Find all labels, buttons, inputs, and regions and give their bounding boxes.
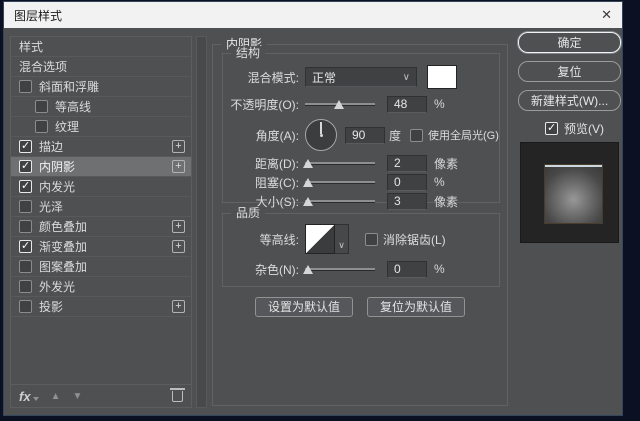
choke-slider[interactable] xyxy=(305,175,375,189)
sidebar-item-color-overlay[interactable]: 颜色叠加+ xyxy=(11,217,191,237)
noise-unit: % xyxy=(434,262,445,276)
title-bar[interactable]: 图层样式 ✕ xyxy=(4,2,622,28)
use-global-light[interactable]: 使用全局光(G) xyxy=(410,127,499,143)
blend-mode-select[interactable]: 正常 ∨ xyxy=(305,67,417,87)
style-list-scrollbar[interactable] xyxy=(196,36,207,408)
chevron-down-icon: ∨ xyxy=(403,72,410,83)
satin-checkbox[interactable] xyxy=(19,200,32,213)
choke-input[interactable] xyxy=(387,174,427,191)
use-global-light-label: 使用全局光(G) xyxy=(428,127,499,143)
sidebar-item-blending-options[interactable]: 混合选项 xyxy=(11,57,191,77)
new-style-button[interactable]: 新建样式(W)... xyxy=(518,90,621,111)
preview-checkbox[interactable] xyxy=(545,122,558,135)
sidebar-item-inner-glow[interactable]: 内发光 xyxy=(11,177,191,197)
fx-caret-icon xyxy=(33,397,39,401)
distance-input[interactable] xyxy=(387,155,427,172)
distance-label: 距离(D): xyxy=(225,155,299,172)
contour-dropdown-icon[interactable]: ∨ xyxy=(335,224,349,254)
pattern-overlay-checkbox[interactable] xyxy=(19,260,32,273)
add-color-overlay-icon[interactable]: + xyxy=(172,220,185,233)
shadow-color-swatch[interactable] xyxy=(427,65,457,89)
sidebar-item-styles[interactable]: 样式 xyxy=(11,37,191,57)
blend-mode-label: 混合模式: xyxy=(225,69,299,86)
fx-menu-icon[interactable]: fx xyxy=(19,389,31,404)
move-up-icon[interactable]: ▲ xyxy=(51,391,61,402)
stroke-checkbox[interactable] xyxy=(19,140,32,153)
anti-alias[interactable]: 消除锯齿(L) xyxy=(365,231,446,248)
drop-shadow-checkbox[interactable] xyxy=(19,300,32,313)
angle-input[interactable] xyxy=(345,127,385,144)
size-unit: 像素 xyxy=(434,193,458,210)
noise-label: 杂色(N): xyxy=(225,261,299,278)
size-slider[interactable] xyxy=(305,194,375,208)
size-input[interactable] xyxy=(387,193,427,210)
add-drop-shadow-icon[interactable]: + xyxy=(172,300,185,313)
sidebar-item-drop-shadow[interactable]: 投影+ xyxy=(11,297,191,317)
preview-label: 预览(V) xyxy=(564,120,604,137)
structure-group: 结构 混合模式: 正常 ∨ 不透明度(O): % 角度(A): 度 xyxy=(222,53,500,203)
angle-unit: 度 xyxy=(389,127,401,144)
texture-checkbox[interactable] xyxy=(35,120,48,133)
reset-default-button[interactable]: 复位为默认值 xyxy=(367,297,465,317)
gradient-overlay-checkbox[interactable] xyxy=(19,240,32,253)
bevel-emboss-checkbox[interactable] xyxy=(19,80,32,93)
make-default-button[interactable]: 设置为默认值 xyxy=(255,297,353,317)
inner-shadow-checkbox[interactable] xyxy=(19,160,32,173)
sidebar-item-gradient-overlay[interactable]: 渐变叠加+ xyxy=(11,237,191,257)
sidebar-item-inner-shadow[interactable]: 内阴影+ xyxy=(11,157,191,177)
noise-slider[interactable] xyxy=(305,262,375,276)
add-inner-shadow-icon[interactable]: + xyxy=(172,160,185,173)
add-gradient-overlay-icon[interactable]: + xyxy=(172,240,185,253)
use-global-light-checkbox[interactable] xyxy=(410,129,423,142)
anti-alias-checkbox[interactable] xyxy=(365,233,378,246)
layer-style-dialog: 图层样式 ✕ 样式 混合选项 斜面和浮雕 等高线 纹理 描边+ 内阴影+ 内发光… xyxy=(4,2,622,415)
distance-unit: 像素 xyxy=(434,155,458,172)
sidebar-item-pattern-overlay[interactable]: 图案叠加 xyxy=(11,257,191,277)
quality-group: 品质 等高线: ∨ 消除锯齿(L) 杂色(N): % xyxy=(222,213,500,287)
sidebar-item-outer-glow[interactable]: 外发光 xyxy=(11,277,191,297)
preview-thumbnail xyxy=(520,142,619,243)
style-list-footer: fx ▲ ▼ xyxy=(11,384,191,407)
noise-input[interactable] xyxy=(387,261,427,278)
contour-checkbox[interactable] xyxy=(35,100,48,113)
contour-picker[interactable] xyxy=(305,224,335,254)
move-down-icon[interactable]: ▼ xyxy=(72,391,82,402)
inner-glow-checkbox[interactable] xyxy=(19,180,32,193)
distance-slider[interactable] xyxy=(305,156,375,170)
delete-effect-icon[interactable] xyxy=(172,391,183,402)
style-list: 样式 混合选项 斜面和浮雕 等高线 纹理 描边+ 内阴影+ 内发光 光泽 颜色叠… xyxy=(10,36,192,408)
ok-button[interactable]: 确定 xyxy=(518,32,621,53)
outer-glow-checkbox[interactable] xyxy=(19,280,32,293)
anti-alias-label: 消除锯齿(L) xyxy=(383,231,446,248)
reset-button[interactable]: 复位 xyxy=(518,61,621,82)
structure-legend: 结构 xyxy=(231,46,265,60)
angle-dial[interactable] xyxy=(305,119,337,151)
choke-label: 阻塞(C): xyxy=(225,174,299,191)
close-icon[interactable]: ✕ xyxy=(586,7,612,23)
add-stroke-icon[interactable]: + xyxy=(172,140,185,153)
blend-mode-value: 正常 xyxy=(312,69,336,86)
sidebar-item-texture[interactable]: 纹理 xyxy=(11,117,191,137)
contour-label: 等高线: xyxy=(225,231,299,248)
preview-effect-swatch xyxy=(545,165,602,223)
sidebar-item-contour[interactable]: 等高线 xyxy=(11,97,191,117)
inner-shadow-panel: 内阴影 结构 混合模式: 正常 ∨ 不透明度(O): % 角度(A): xyxy=(212,44,508,406)
opacity-input[interactable] xyxy=(387,96,427,113)
opacity-slider[interactable] xyxy=(305,97,375,111)
opacity-label: 不透明度(O): xyxy=(225,96,299,113)
color-overlay-checkbox[interactable] xyxy=(19,220,32,233)
sidebar-item-stroke[interactable]: 描边+ xyxy=(11,137,191,157)
choke-unit: % xyxy=(434,175,445,189)
sidebar-item-bevel-emboss[interactable]: 斜面和浮雕 xyxy=(11,77,191,97)
preview-toggle[interactable]: 预览(V) xyxy=(545,120,604,137)
dialog-title: 图层样式 xyxy=(14,7,62,24)
quality-legend: 品质 xyxy=(231,206,265,220)
sidebar-item-satin[interactable]: 光泽 xyxy=(11,197,191,217)
opacity-unit: % xyxy=(434,97,445,111)
angle-label: 角度(A): xyxy=(225,127,299,144)
